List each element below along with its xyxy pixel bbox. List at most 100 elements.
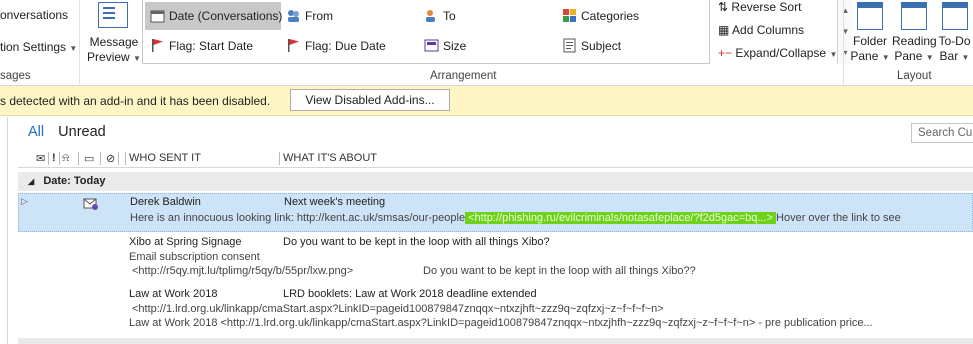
envelope-icon[interactable]: ✉ <box>36 152 45 165</box>
todo-bar-label-1: To-Do <box>938 34 971 48</box>
message-row[interactable]: Law at Work 2018 LRD booklets: Law at Wo… <box>18 286 973 334</box>
column-what[interactable]: WHAT IT'S ABOUT <box>283 152 377 164</box>
message-subject: Do you want to be kept in the loop with … <box>283 236 550 248</box>
todo-bar-icon <box>941 2 968 30</box>
add-columns-icon: ▦ <box>718 23 730 37</box>
todo-bar-label-2: Bar <box>939 49 959 63</box>
arrange-to[interactable]: To <box>419 2 456 30</box>
message-preview-label: Message Preview ▼ <box>87 35 141 64</box>
arrange-flag-start[interactable]: Flag: Start Date <box>145 32 253 60</box>
message-subject: LRD booklets: Law at Work 2018 deadline … <box>283 288 537 300</box>
ribbon-left-group: onversations tion Settings ▼ sages <box>0 0 80 86</box>
column-separator <box>59 152 60 165</box>
categories-icon <box>563 9 576 22</box>
arrangement-gallery: Date (Conversations) From To Categories … <box>142 0 853 64</box>
phishing-link-highlight[interactable]: <http://phishing.ru/evilcriminals/notasa… <box>465 212 777 224</box>
arrange-date-conversations[interactable]: Date (Conversations) <box>145 2 283 30</box>
message-sender: Xibo at Spring Signage <box>129 236 242 248</box>
size-icon <box>424 39 439 52</box>
message-preview-line: Law at Work 2018 <http://1.lrd.org.uk/li… <box>129 317 873 329</box>
flag-icon <box>152 39 163 52</box>
message-row[interactable]: ▷ Derek Baldwin Next week's meeting Here… <box>18 193 973 232</box>
conversations-button[interactable]: onversations <box>0 8 68 22</box>
layout-group-label: Layout <box>897 70 932 82</box>
arrange-date-label: Date (Conversations) <box>169 9 283 23</box>
folder-pane-label-2: Pane <box>850 49 879 63</box>
add-columns-label: Add Columns <box>732 23 805 37</box>
filter-unread[interactable]: Unread <box>58 124 106 140</box>
arrange-subject[interactable]: Subject <box>557 32 621 60</box>
next-group-header <box>18 338 973 344</box>
collapse-triangle-icon[interactable]: ◢ <box>28 177 34 186</box>
expand-arrow-icon[interactable]: ▷ <box>21 196 28 207</box>
subject-icon <box>563 38 576 53</box>
column-separator <box>118 152 119 165</box>
message-preview-link: <http://1.lrd.org.uk/linkapp/cmaStart.as… <box>132 303 664 315</box>
message-row[interactable]: Xibo at Spring Signage Do you want to be… <box>18 234 973 280</box>
reminder-bell-icon[interactable]: ⍾ <box>62 152 69 165</box>
arrange-from-label: From <box>305 9 333 23</box>
message-sender: Derek Baldwin <box>130 196 201 208</box>
folder-pane-icon <box>857 2 883 30</box>
todo-bar-button[interactable]: To-Do Bar ▼ <box>936 2 973 65</box>
reading-pane-label-2: Pane <box>894 49 923 63</box>
message-preview-button[interactable]: Message Preview ▼ <box>86 0 142 70</box>
message-subject: Next week's meeting <box>284 196 386 208</box>
importance-icon[interactable]: ! <box>52 152 56 164</box>
add-columns-button[interactable]: ▦ Add Columns <box>718 23 804 37</box>
message-preview-link: <http://r5qy.mjt.lu/tplimg/r5qy/b/55pr/l… <box>132 265 354 277</box>
conversation-envelope-icon <box>83 198 98 210</box>
folder-pane-label-1: Folder <box>852 34 887 48</box>
arrange-subject-label: Subject <box>581 39 622 53</box>
message-filters: All Unread <box>28 124 106 140</box>
reading-pane-label-1: Reading <box>892 34 937 48</box>
column-separator <box>279 152 280 165</box>
arrange-flag-due-label: Flag: Due Date <box>305 39 386 53</box>
document-icon[interactable]: ▭ <box>84 152 94 165</box>
arrange-to-label: To <box>443 9 456 23</box>
arrange-flag-due[interactable]: Flag: Due Date <box>281 32 386 60</box>
arrange-categories[interactable]: Categories <box>557 2 639 30</box>
arrange-size[interactable]: Size <box>419 32 466 60</box>
column-separator <box>78 152 79 165</box>
column-separator <box>48 152 49 165</box>
arrange-from[interactable]: From <box>281 2 333 30</box>
preview-hint: Hover over the link to see <box>776 212 901 224</box>
ribbon: onversations tion Settings ▼ sages Messa… <box>0 0 973 86</box>
reading-pane-button[interactable]: Reading Pane ▼ <box>892 2 937 65</box>
messages-group-label: sages <box>0 70 31 82</box>
date-group-header[interactable]: ◢ Date: Today <box>18 172 973 191</box>
person-to-icon <box>426 10 435 22</box>
reverse-sort-icon: ⇅ <box>718 0 729 14</box>
reading-pane-icon <box>901 2 927 30</box>
arrangement-group-label: Arrangement <box>430 70 497 82</box>
search-input[interactable]: Search Curr <box>911 123 973 143</box>
attachment-icon[interactable]: ⊘ <box>106 152 115 165</box>
expand-collapse-button[interactable]: +− Expand/Collapse ▼ <box>718 46 837 60</box>
flag-icon <box>288 39 299 52</box>
arrange-size-label: Size <box>443 39 467 53</box>
conversation-settings-button[interactable]: tion Settings ▼ <box>0 40 77 54</box>
folder-pane-edge <box>0 117 8 344</box>
preview-text: Here is an innocuous looking link: http:… <box>130 212 466 224</box>
sort-group: ⇅ Reverse Sort ▦ Add Columns +− Expand/C… <box>714 0 844 86</box>
column-separator <box>100 152 101 165</box>
addin-disabled-message: s detected with an add-in and it has bee… <box>0 94 271 108</box>
date-group-label: Date: Today <box>43 175 106 187</box>
message-preview-icon <box>98 2 128 28</box>
arrange-flag-start-label: Flag: Start Date <box>169 39 254 53</box>
message-sender: Law at Work 2018 <box>129 288 218 300</box>
addin-info-bar: s detected with an add-in and it has bee… <box>0 86 973 116</box>
filter-all[interactable]: All <box>28 124 44 140</box>
expand-collapse-label: Expand/Collapse <box>735 46 827 60</box>
column-who[interactable]: WHO SENT IT <box>129 152 201 164</box>
reverse-sort-button[interactable]: ⇅ Reverse Sort <box>718 0 801 14</box>
message-preview: Here is an innocuous looking link: http:… <box>130 212 901 224</box>
folder-pane-button[interactable]: Folder Pane ▼ <box>848 2 892 65</box>
chevron-down-icon: ▼ <box>69 44 78 53</box>
calendar-icon <box>150 10 165 23</box>
message-preview-line: Do you want to be kept in the loop with … <box>423 265 696 277</box>
view-disabled-addins-button[interactable]: View Disabled Add-ins... <box>290 89 450 111</box>
expand-collapse-icon: +− <box>718 46 733 60</box>
arrange-categories-label: Categories <box>581 9 640 23</box>
